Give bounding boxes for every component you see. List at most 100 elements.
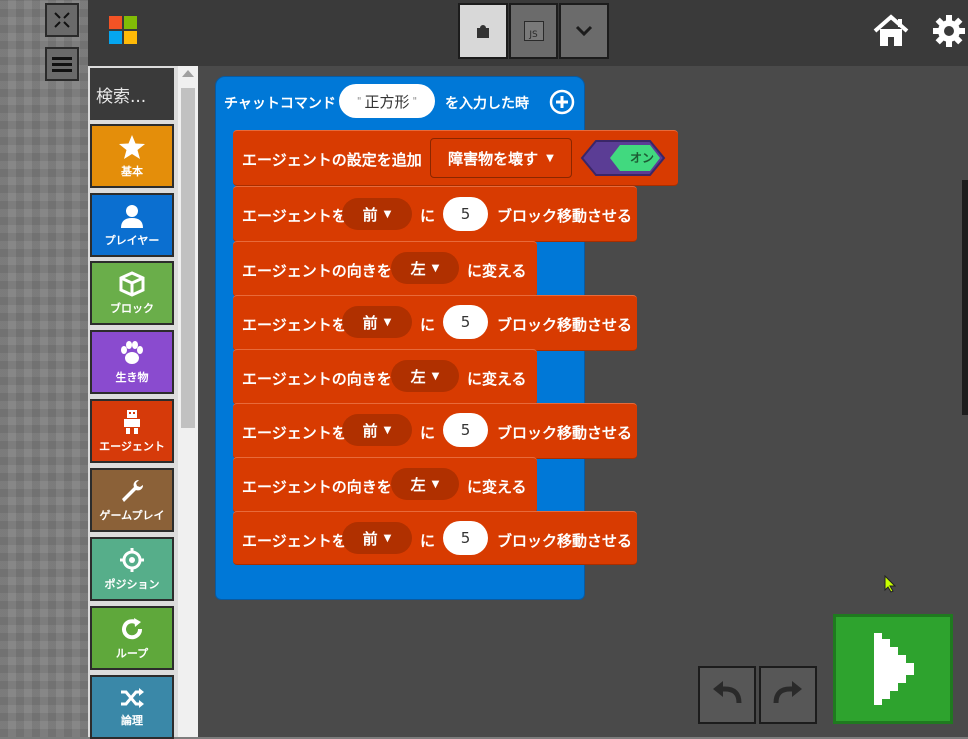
refresh-icon — [122, 617, 143, 639]
ni-label: に — [420, 316, 436, 334]
menu-button[interactable] — [45, 47, 79, 81]
direction-dropdown[interactable]: 前 ▼ — [342, 198, 412, 230]
paw-icon — [121, 340, 143, 364]
js-icon: JS — [523, 21, 544, 41]
hat-prefix-label: チャットコマンド — [224, 96, 336, 112]
toggle-on-switch[interactable]: オン — [580, 139, 666, 177]
home-button[interactable] — [872, 14, 910, 48]
hat-suffix-label: を入力した時 — [445, 96, 529, 112]
direction-dropdown[interactable]: 前 ▼ — [342, 306, 412, 338]
step-count-input[interactable]: 5 — [443, 413, 488, 447]
category-mobs[interactable]: 生き物 — [90, 330, 174, 394]
collapse-button[interactable] — [45, 3, 79, 37]
setting-dropdown-value: 障害物を壊す — [448, 149, 539, 168]
category-logic[interactable]: 論理 — [90, 675, 174, 739]
plus-circle-icon — [549, 89, 575, 115]
agent-robot-icon — [124, 409, 140, 434]
direction-value: 前 — [362, 421, 378, 440]
direction-value: 左 — [410, 367, 426, 386]
dropdown-arrow-icon: ▼ — [431, 262, 440, 274]
toggle-on-label: オン — [630, 151, 655, 165]
undo-button[interactable] — [698, 666, 756, 724]
category-positions[interactable]: ポジション — [90, 537, 174, 601]
category-label: ブロック — [110, 301, 154, 315]
block-label: エージェントの設定を追加 — [242, 151, 422, 169]
block-suffix-label: ブロック移動させる — [497, 424, 633, 442]
direction-value: 左 — [410, 259, 426, 278]
direction-value: 前 — [362, 529, 378, 548]
chat-command-value: 正方形 — [364, 92, 410, 111]
collapse-icon — [54, 12, 70, 28]
direction-dropdown[interactable]: 前 ▼ — [342, 414, 412, 446]
category-label: エージェント — [99, 439, 165, 453]
category-label: 生き物 — [115, 370, 149, 384]
block-suffix-label: ブロック移動させる — [497, 316, 633, 334]
category-loops[interactable]: ループ — [90, 606, 174, 670]
dropdown-arrow-icon: ▼ — [546, 152, 554, 164]
person-icon — [121, 204, 143, 228]
chevron-down-icon — [575, 25, 593, 37]
block-suffix-label: ブロック移動させる — [497, 207, 633, 225]
dropdown-arrow-icon: ▼ — [431, 478, 440, 490]
dropdown-arrow-icon: ▼ — [431, 370, 440, 382]
category-label: プレイヤー — [104, 233, 160, 247]
dropdown-arrow-icon: ▼ — [383, 316, 392, 328]
category-player[interactable]: プレイヤー — [90, 193, 174, 257]
block-label: エージェントを — [242, 532, 347, 550]
block-label: エージェントを — [242, 316, 347, 334]
toolbox-search-input[interactable]: 検索... — [90, 68, 174, 120]
ni-label: に — [420, 207, 436, 225]
toolbox-scrollbar-thumb[interactable] — [181, 88, 195, 428]
play-icon — [874, 633, 914, 705]
block-suffix-label: に変える — [467, 370, 527, 388]
category-label: ゲームプレイ — [99, 508, 165, 522]
chat-command-input[interactable]: " 正方形 " — [339, 84, 435, 118]
direction-value: 前 — [362, 313, 378, 332]
category-gameplay[interactable]: ゲームプレイ — [90, 468, 174, 532]
hamburger-icon — [52, 57, 72, 72]
undo-icon — [713, 681, 742, 704]
direction-value: 左 — [410, 475, 426, 494]
category-agent[interactable]: エージェント — [90, 399, 174, 463]
workspace-scrollbar[interactable] — [962, 180, 968, 415]
scroll-up-arrow-icon[interactable] — [182, 70, 194, 77]
direction-dropdown[interactable]: 前 ▼ — [342, 522, 412, 554]
step-count-input[interactable]: 5 — [443, 521, 488, 555]
star-icon — [119, 134, 145, 159]
dropdown-arrow-icon: ▼ — [383, 424, 392, 436]
step-count-input[interactable]: 5 — [443, 197, 488, 231]
gear-icon — [933, 15, 965, 47]
home-icon — [873, 14, 909, 46]
block-label: エージェントの向きを — [242, 262, 392, 280]
add-parameter-button[interactable] — [549, 89, 575, 115]
view-dropdown-button[interactable] — [559, 3, 609, 59]
block-suffix-label: ブロック移動させる — [497, 532, 633, 550]
blocks-view-toggle[interactable] — [458, 3, 508, 59]
category-basic[interactable]: 基本 — [90, 124, 174, 188]
turn-direction-dropdown[interactable]: 左 ▼ — [391, 252, 459, 284]
category-blocks[interactable]: ブロック — [90, 261, 174, 325]
shuffle-icon — [121, 687, 144, 708]
category-label: 基本 — [121, 164, 143, 178]
dropdown-arrow-icon: ▼ — [383, 208, 392, 220]
turn-direction-dropdown[interactable]: 左 ▼ — [391, 468, 459, 500]
run-button[interactable] — [833, 614, 953, 724]
redo-button[interactable] — [759, 666, 817, 724]
wrench-icon — [122, 479, 144, 502]
step-count-input[interactable]: 5 — [443, 305, 488, 339]
block-suffix-label: に変える — [467, 262, 527, 280]
turn-direction-dropdown[interactable]: 左 ▼ — [391, 360, 459, 392]
redo-icon — [773, 681, 802, 704]
setting-dropdown[interactable]: 障害物を壊す ▼ — [430, 138, 572, 178]
block-label: エージェントを — [242, 424, 347, 442]
block-suffix-label: に変える — [467, 478, 527, 496]
mouse-cursor-icon — [884, 575, 896, 593]
category-label: 論理 — [121, 713, 143, 727]
javascript-view-toggle[interactable]: JS — [509, 3, 558, 59]
settings-button[interactable] — [932, 14, 966, 48]
block-label: エージェントを — [242, 207, 347, 225]
microsoft-logo-icon — [109, 16, 137, 44]
dropdown-arrow-icon: ▼ — [383, 532, 392, 544]
direction-value: 前 — [362, 205, 378, 224]
block-label: エージェントの向きを — [242, 478, 392, 496]
